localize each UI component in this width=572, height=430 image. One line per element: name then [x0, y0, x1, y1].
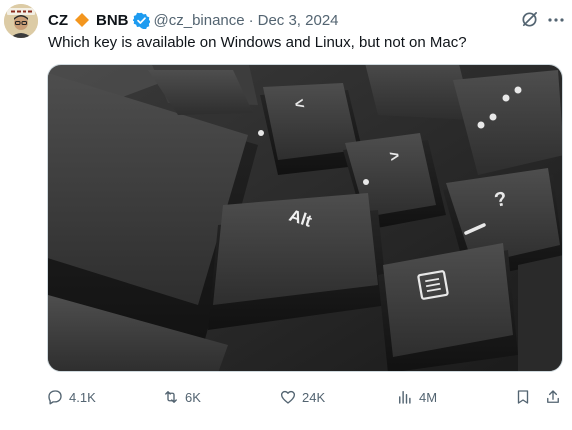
share-icon	[547, 390, 559, 403]
grok-icon[interactable]	[520, 10, 539, 29]
verified-icon[interactable]	[132, 12, 150, 29]
tweet-text: Which key is available on Windows and Li…	[48, 34, 467, 51]
reply-button[interactable]: 4.1K	[46, 386, 96, 408]
bookmark-button[interactable]	[514, 386, 537, 408]
views-icon	[399, 391, 411, 404]
repost-count: 6K	[185, 389, 201, 405]
author-avatar[interactable]	[4, 4, 38, 38]
views-button[interactable]: 4M	[396, 386, 437, 408]
tweet-date[interactable]: Dec 3, 2024	[258, 12, 339, 29]
tweet-header: CZ BNB @cz_binance · Dec 3, 2024	[48, 10, 339, 30]
author-handle[interactable]: @cz_binance	[154, 12, 245, 29]
bookmark-icon	[517, 390, 529, 404]
author-badge-text[interactable]: BNB	[96, 12, 129, 29]
bnb-diamond-icon	[74, 12, 90, 28]
reply-icon	[48, 390, 62, 405]
header-separator: ·	[248, 11, 254, 29]
like-button[interactable]: 24K	[279, 386, 325, 408]
view-count: 4M	[419, 389, 438, 405]
like-count: 24K	[302, 389, 326, 405]
repost-button[interactable]: 6K	[162, 386, 201, 408]
key-menu	[378, 243, 518, 371]
retweet-icon	[165, 391, 177, 403]
more-options-icon[interactable]	[546, 10, 566, 30]
tweet-card[interactable]: CZ BNB @cz_binance · Dec 3, 2024 Which k…	[0, 0, 572, 430]
tweet-actions-bar: 4.1K 6K 24K 4M	[44, 386, 568, 408]
like-icon	[280, 390, 296, 404]
author-display-name[interactable]: CZ	[48, 12, 68, 29]
tweet-image[interactable]: < > ? Alt	[47, 64, 563, 372]
share-button[interactable]	[544, 386, 567, 408]
reply-count: 4.1K	[69, 389, 96, 405]
